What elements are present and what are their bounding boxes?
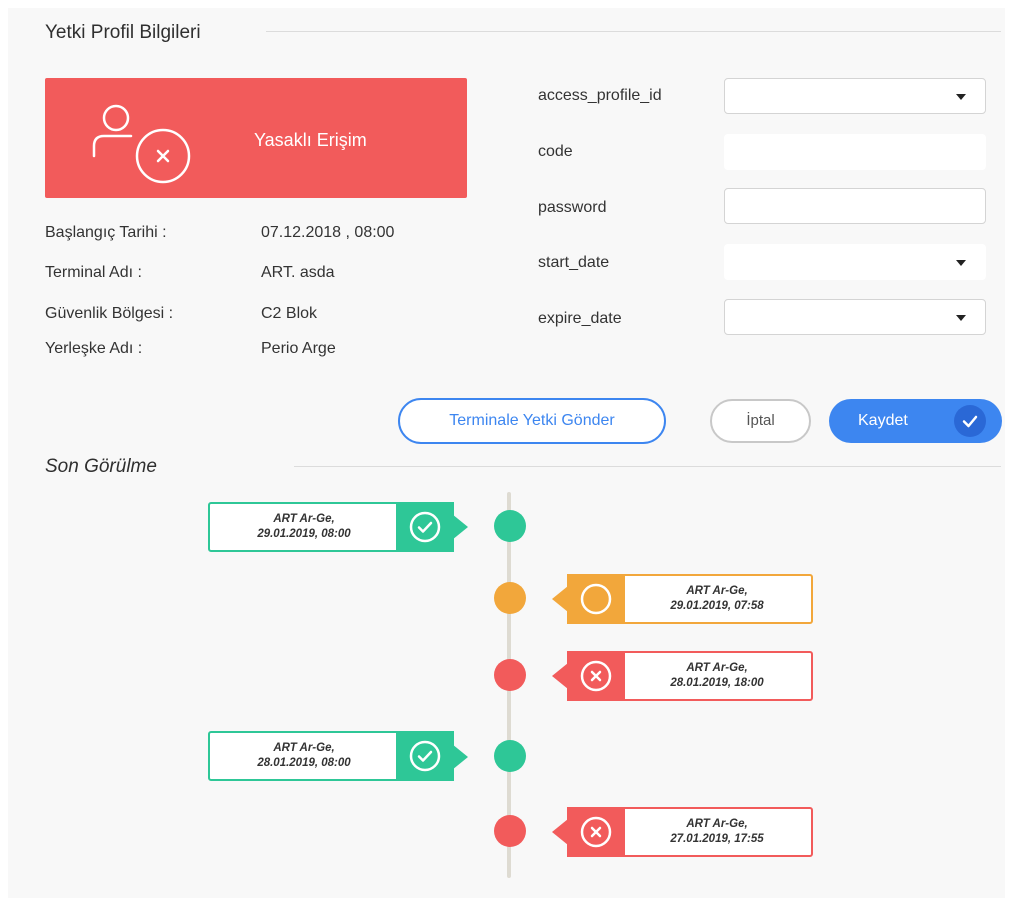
section-title: Yetki Profil Bilgileri: [45, 22, 201, 43]
code-label: code: [538, 143, 573, 160]
event-status-box: [396, 731, 454, 781]
access-profile-id-label: access_profile_id: [538, 87, 662, 104]
info-value-terminal: ART. asda: [261, 264, 335, 281]
event-pointer: [552, 819, 568, 845]
timeline-event: ART Ar-Ge, 29.01.2019, 08:00: [208, 502, 454, 552]
event-text: ART Ar-Ge, 29.01.2019, 08:00: [257, 513, 351, 540]
last-seen-title: Son Görülme: [45, 456, 157, 477]
event-pointer: [452, 514, 468, 540]
timeline-dot-pending: [494, 582, 526, 614]
timeline-dot-granted: [494, 740, 526, 772]
user-blocked-icon: [92, 104, 191, 184]
event-text: ART Ar-Ge, 28.01.2019, 08:00: [257, 742, 351, 769]
save-button-label: Kaydet: [858, 412, 908, 429]
timeline-event: ART Ar-Ge, 28.01.2019, 18:00: [567, 651, 813, 701]
send-to-terminal-button[interactable]: Terminale Yetki Gönder: [398, 398, 666, 444]
status-label: Yasaklı Erişim: [254, 130, 367, 150]
timeline-dot-granted: [494, 510, 526, 542]
info-label-campus: Yerleşke Adı :: [45, 340, 143, 357]
check-circle-icon: [409, 511, 441, 543]
chevron-down-icon: [956, 94, 966, 100]
password-field-wrapper: [724, 188, 986, 224]
event-status-box: [567, 807, 625, 857]
code-field-wrapper: [724, 134, 986, 170]
circle-icon: [580, 583, 612, 615]
timeline-event: ART Ar-Ge, 28.01.2019, 08:00: [208, 731, 454, 781]
chevron-down-icon: [956, 315, 966, 321]
check-icon: [954, 405, 986, 437]
timeline-event: ART Ar-Ge, 27.01.2019, 17:55: [567, 807, 813, 857]
x-circle-icon: [580, 816, 612, 848]
expire-date-select[interactable]: [724, 299, 986, 335]
timeline-event: ART Ar-Ge, 29.01.2019, 07:58: [567, 574, 813, 624]
expire-date-label: expire_date: [538, 310, 622, 327]
password-label: password: [538, 199, 607, 216]
cancel-button[interactable]: İptal: [710, 399, 811, 443]
chevron-down-icon: [956, 260, 966, 266]
event-pointer: [552, 663, 568, 689]
timeline-dot-denied: [494, 815, 526, 847]
save-button[interactable]: Kaydet: [829, 399, 1002, 443]
code-input[interactable]: [725, 135, 965, 167]
info-label-start-date: Başlangıç Tarihi :: [45, 224, 167, 241]
timeline-dot-denied: [494, 659, 526, 691]
event-status-box: [567, 651, 625, 701]
event-pointer: [552, 586, 568, 612]
event-text: ART Ar-Ge, 28.01.2019, 18:00: [670, 662, 764, 689]
check-circle-icon: [409, 740, 441, 772]
access-profile-id-select[interactable]: [724, 78, 986, 114]
info-value-security-zone: C2 Blok: [261, 305, 318, 322]
info-value-campus: Perio Arge: [261, 340, 336, 357]
event-pointer: [452, 744, 468, 770]
event-status-box: [567, 574, 625, 624]
info-label-terminal: Terminal Adı :: [45, 264, 142, 281]
event-text: ART Ar-Ge, 29.01.2019, 07:58: [670, 585, 764, 612]
event-status-box: [396, 502, 454, 552]
section-divider: [266, 31, 1001, 32]
last-seen-divider: [294, 466, 1001, 467]
event-text: ART Ar-Ge, 27.01.2019, 17:55: [670, 818, 764, 845]
start-date-select[interactable]: [724, 244, 986, 280]
x-circle-icon: [580, 660, 612, 692]
info-value-start-date: 07.12.2018 , 08:00: [261, 224, 395, 241]
start-date-label: start_date: [538, 254, 610, 271]
password-input[interactable]: [725, 189, 965, 221]
info-label-security-zone: Güvenlik Bölgesi :: [45, 305, 174, 322]
